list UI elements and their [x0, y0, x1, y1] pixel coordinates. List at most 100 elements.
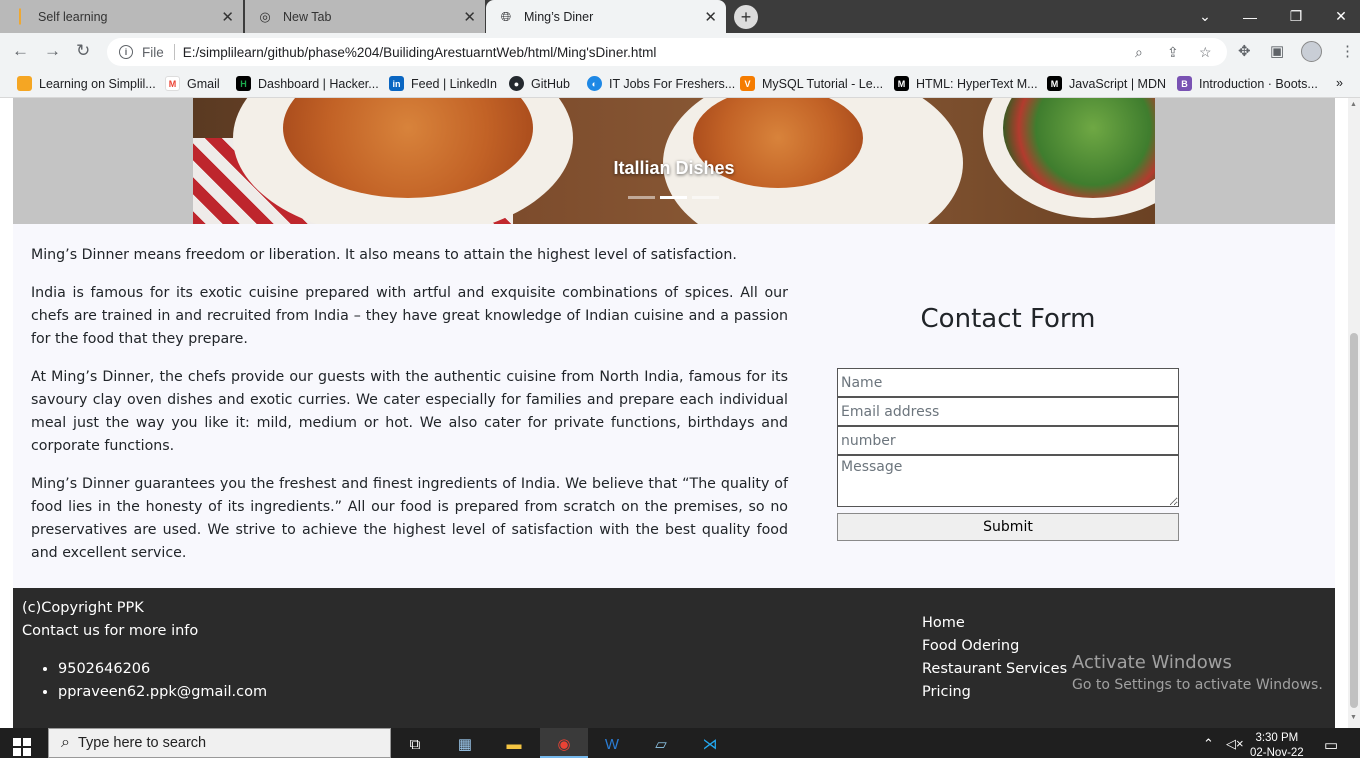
vscode-icon[interactable]: ⋊	[699, 734, 721, 754]
divider	[173, 44, 175, 60]
back-arrow-icon[interactable]: ←	[12, 41, 29, 61]
bookmark-label: Learning on Simplil...	[39, 76, 156, 91]
watermark-subtitle: Go to Settings to activate Windows.	[1072, 677, 1323, 693]
bookmark-item[interactable]: M JavaScript | MDN	[1047, 76, 1166, 91]
main-content: Ming’s Dinner means freedom or liberatio…	[13, 224, 1335, 588]
tab-mings-diner[interactable]: 🌐︎ Ming’s Diner ✕	[486, 0, 726, 33]
calculator-icon[interactable]: ▦	[454, 734, 476, 754]
bookmark-label: MySQL Tutorial - Le...	[762, 76, 884, 91]
close-icon[interactable]: ✕	[704, 8, 717, 26]
jobs-site-icon: ◐	[587, 76, 602, 91]
bookmark-item[interactable]: Learning on Simplil...	[17, 76, 156, 91]
contact-heading: Contact us for more info	[22, 623, 199, 639]
close-icon[interactable]: ✕	[221, 8, 234, 26]
system-clock[interactable]: 3:30 PM 02-Nov-22	[1250, 731, 1304, 758]
file-explorer-icon[interactable]: ▬	[503, 734, 525, 754]
menu-kebab-icon[interactable]: ⋮	[1340, 42, 1355, 60]
address-bar[interactable]: i File E:/simplilearn/github/phase%204/B…	[107, 38, 1227, 66]
footer-link-home[interactable]: Home	[922, 612, 1067, 635]
zoom-icon[interactable]: ⌕	[1135, 44, 1143, 61]
footer-link-food-ordering[interactable]: Food Odering	[922, 635, 1067, 658]
globe-icon: 🌐︎	[500, 8, 512, 24]
scrollbar-thumb[interactable]	[1350, 333, 1358, 708]
contact-form-title: Contact Form	[920, 304, 1096, 334]
new-tab-button[interactable]: +	[734, 5, 758, 29]
chrome-icon[interactable]: ◉	[553, 734, 575, 754]
tab-title: Self learning	[38, 9, 108, 24]
word-icon[interactable]: W	[601, 734, 623, 754]
volume-muted-icon[interactable]: ◁×	[1226, 736, 1244, 752]
bookmark-item[interactable]: ● GitHub	[509, 76, 570, 91]
carousel-indicator-1[interactable]	[628, 196, 655, 199]
forward-arrow-icon[interactable]: →	[44, 41, 61, 61]
tab-new-tab[interactable]: ◎ New Tab ✕	[245, 0, 485, 33]
email-field[interactable]	[837, 397, 1179, 426]
activate-windows-watermark: Activate Windows Go to Settings to activ…	[1072, 652, 1323, 693]
clock-date: 02-Nov-22	[1250, 747, 1304, 758]
task-view-icon[interactable]: ⧉	[404, 734, 426, 754]
notepad-icon[interactable]: ▱	[650, 734, 672, 754]
contact-form: Contact Form Submit	[837, 304, 1179, 541]
info-icon[interactable]: i	[119, 45, 133, 59]
bookmark-item[interactable]: in Feed | LinkedIn	[389, 76, 497, 91]
bookmark-item[interactable]: ◐ IT Jobs For Freshers...	[587, 76, 735, 91]
tab-title: Ming’s Diner	[524, 9, 594, 24]
carousel-indicator-2[interactable]	[660, 196, 687, 199]
bookmark-item[interactable]: B Introduction · Boots...	[1177, 76, 1318, 91]
about-paragraph: At Ming’s Dinner, the chefs provide our …	[31, 369, 788, 454]
about-section: Ming’s Dinner means freedom or liberatio…	[31, 244, 788, 580]
restore-button[interactable]: ❐	[1273, 0, 1319, 33]
page-scrollbar[interactable]: ▲ ▼	[1348, 98, 1360, 728]
bookmark-item[interactable]: H Dashboard | Hacker...	[236, 76, 379, 91]
footer-nav: Home Food Odering Restaurant Services Pr…	[922, 612, 1067, 704]
about-paragraph: Ming’s Dinner means freedom or liberatio…	[31, 247, 737, 263]
side-panel-icon[interactable]: ▣	[1270, 42, 1284, 60]
reload-icon[interactable]: ↻	[76, 41, 90, 61]
search-icon: ⌕	[61, 734, 70, 751]
number-input[interactable]	[837, 426, 1179, 455]
name-input[interactable]	[837, 368, 1179, 397]
bootstrap-icon: B	[1177, 76, 1192, 91]
notifications-icon[interactable]: ▭	[1324, 736, 1338, 754]
submit-button[interactable]: Submit	[837, 513, 1179, 541]
tab-title: New Tab	[283, 9, 332, 24]
footer-link-restaurant-services[interactable]: Restaurant Services	[922, 658, 1067, 681]
taskbar-search-input[interactable]: ⌕ Type here to search	[48, 728, 391, 758]
more-bookmarks-chevron-icon[interactable]: »	[1336, 76, 1343, 90]
bookmark-item[interactable]: M HTML: HyperText M...	[894, 76, 1038, 91]
bookmark-item[interactable]: V MySQL Tutorial - Le...	[740, 76, 883, 91]
share-icon[interactable]: ⇪	[1167, 44, 1179, 61]
mdn-icon: M	[894, 76, 909, 91]
carousel-indicator-3[interactable]	[692, 196, 719, 199]
close-icon[interactable]: ✕	[463, 8, 476, 26]
footer-link-pricing[interactable]: Pricing	[922, 681, 1067, 704]
url-text[interactable]: E:/simplilearn/github/phase%204/Builidin…	[183, 45, 657, 60]
about-paragraph: Ming’s Dinner guarantees you the freshes…	[31, 476, 788, 561]
message-textarea[interactable]	[837, 455, 1179, 507]
window-close-button[interactable]: ✕	[1318, 0, 1360, 33]
carousel-caption: Itallian Dishes	[613, 158, 735, 178]
bookmark-item[interactable]: M Gmail	[165, 76, 220, 91]
bookmark-star-icon[interactable]: ☆	[1199, 44, 1212, 61]
bookmark-label: GitHub	[531, 76, 570, 91]
search-placeholder: Type here to search	[77, 735, 207, 751]
email-address: ppraveen62.ppk@gmail.com	[58, 681, 267, 704]
phone-number: 9502646206	[58, 658, 267, 681]
scroll-down-arrow-icon[interactable]: ▼	[1350, 714, 1357, 721]
avatar[interactable]	[1301, 41, 1322, 62]
minimize-button[interactable]: —	[1227, 0, 1273, 33]
browser-tab-bar: ⎮ Self learning ✕ ◎ New Tab ✕ 🌐︎ Ming’s …	[0, 0, 1360, 33]
tray-chevron-up-icon[interactable]: ⌃	[1203, 736, 1214, 752]
hackerrank-icon: H	[236, 76, 251, 91]
extensions-icon[interactable]: ✥	[1238, 42, 1251, 60]
copyright-text: (c)Copyright PPK	[22, 600, 144, 616]
windows-taskbar: ⌕ Type here to search ⧉ ▦ ▬ ◉ W ▱ ⋊ ⌃ ◁×…	[0, 728, 1360, 758]
footer-contact: (c)Copyright PPK Contact us for more inf…	[22, 597, 267, 704]
tab-self-learning[interactable]: ⎮ Self learning ✕	[0, 0, 243, 33]
watermark-title: Activate Windows	[1072, 652, 1232, 673]
clock-time: 3:30 PM	[1255, 732, 1299, 744]
tab-search-chevron-icon[interactable]: ⌄	[1182, 0, 1228, 33]
chrome-icon: ◎	[259, 8, 271, 24]
windows-start-icon[interactable]	[13, 738, 31, 756]
scroll-up-arrow-icon[interactable]: ▲	[1350, 101, 1357, 108]
